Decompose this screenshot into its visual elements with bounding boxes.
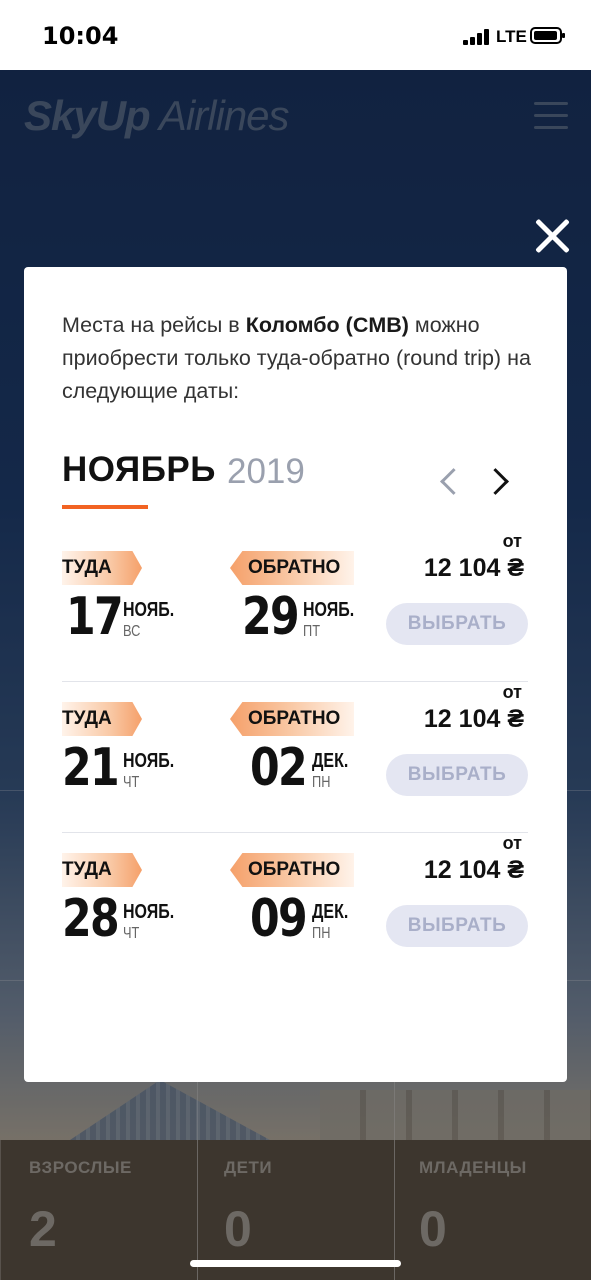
- outbound-tag: ТУДА: [62, 702, 142, 736]
- close-icon[interactable]: [534, 218, 570, 254]
- outbound-month: НОЯБ.: [123, 750, 175, 772]
- flight-row: ТУДА 28 НОЯБ. ЧТ ОБРАТНО 09 ДЕК. ПН от 1…: [62, 833, 528, 983]
- return-day: 02: [250, 738, 308, 798]
- return-tag: ОБРАТНО: [230, 853, 354, 887]
- outbound-weekday: ВС: [123, 623, 141, 640]
- chevron-right-icon[interactable]: [482, 468, 509, 495]
- intro-text: Места на рейсы в Коломбо (CMB) можно при…: [62, 313, 531, 403]
- round-trip-dates-modal: Места на рейсы в Коломбо (CMB) можно при…: [24, 267, 567, 1082]
- outbound-month: НОЯБ.: [123, 901, 175, 923]
- outbound-weekday: ЧТ: [123, 774, 140, 791]
- return-month: НОЯБ.: [303, 599, 355, 621]
- return-weekday: ПТ: [303, 623, 321, 640]
- month-underline: [62, 505, 148, 509]
- outbound-tag: ТУДА: [62, 551, 142, 585]
- outbound-day: 28: [62, 889, 120, 949]
- network-type: LTE: [496, 27, 527, 46]
- price: 12 104 ₴: [423, 856, 524, 884]
- return-tag: ОБРАТНО: [230, 551, 354, 585]
- outbound-day: 21: [62, 738, 120, 798]
- month-title: НОЯБРЬ: [62, 450, 216, 489]
- return-month: ДЕК.: [312, 750, 349, 772]
- return-weekday: ПН: [312, 774, 331, 791]
- status-bar: 10:04 LTE: [0, 0, 591, 70]
- return-month: ДЕК.: [312, 901, 349, 923]
- flight-row: ТУДА 21 НОЯБ. ЧТ ОБРАТНО 02 ДЕК. ПН от 1…: [62, 682, 528, 833]
- price-from-label: от: [502, 682, 522, 702]
- price: 12 104 ₴: [423, 554, 524, 582]
- price-from-label: от: [502, 531, 522, 551]
- price: 12 104 ₴: [423, 705, 524, 733]
- outbound-day: 17: [66, 587, 124, 647]
- select-button[interactable]: ВЫБРАТЬ: [386, 754, 528, 796]
- return-day: 09: [250, 889, 308, 949]
- outbound-tag: ТУДА: [62, 853, 142, 887]
- outbound-weekday: ЧТ: [123, 925, 140, 942]
- return-weekday: ПН: [312, 925, 331, 942]
- battery-icon: [530, 27, 565, 44]
- return-tag: ОБРАТНО: [230, 702, 354, 736]
- price-from-label: от: [502, 833, 522, 853]
- flight-row: ТУДА 17 НОЯБ. ВС ОБРАТНО 29 НОЯБ. ПТ от …: [62, 531, 528, 682]
- clock: 10:04: [42, 22, 119, 50]
- home-indicator[interactable]: [190, 1260, 401, 1267]
- select-button[interactable]: ВЫБРАТЬ: [386, 905, 528, 947]
- return-day: 29: [242, 587, 300, 647]
- chevron-left-icon[interactable]: [440, 468, 467, 495]
- outbound-month: НОЯБ.: [123, 599, 175, 621]
- signal-icon: [463, 29, 493, 45]
- year-title: 2019: [227, 452, 305, 491]
- select-button[interactable]: ВЫБРАТЬ: [386, 603, 528, 645]
